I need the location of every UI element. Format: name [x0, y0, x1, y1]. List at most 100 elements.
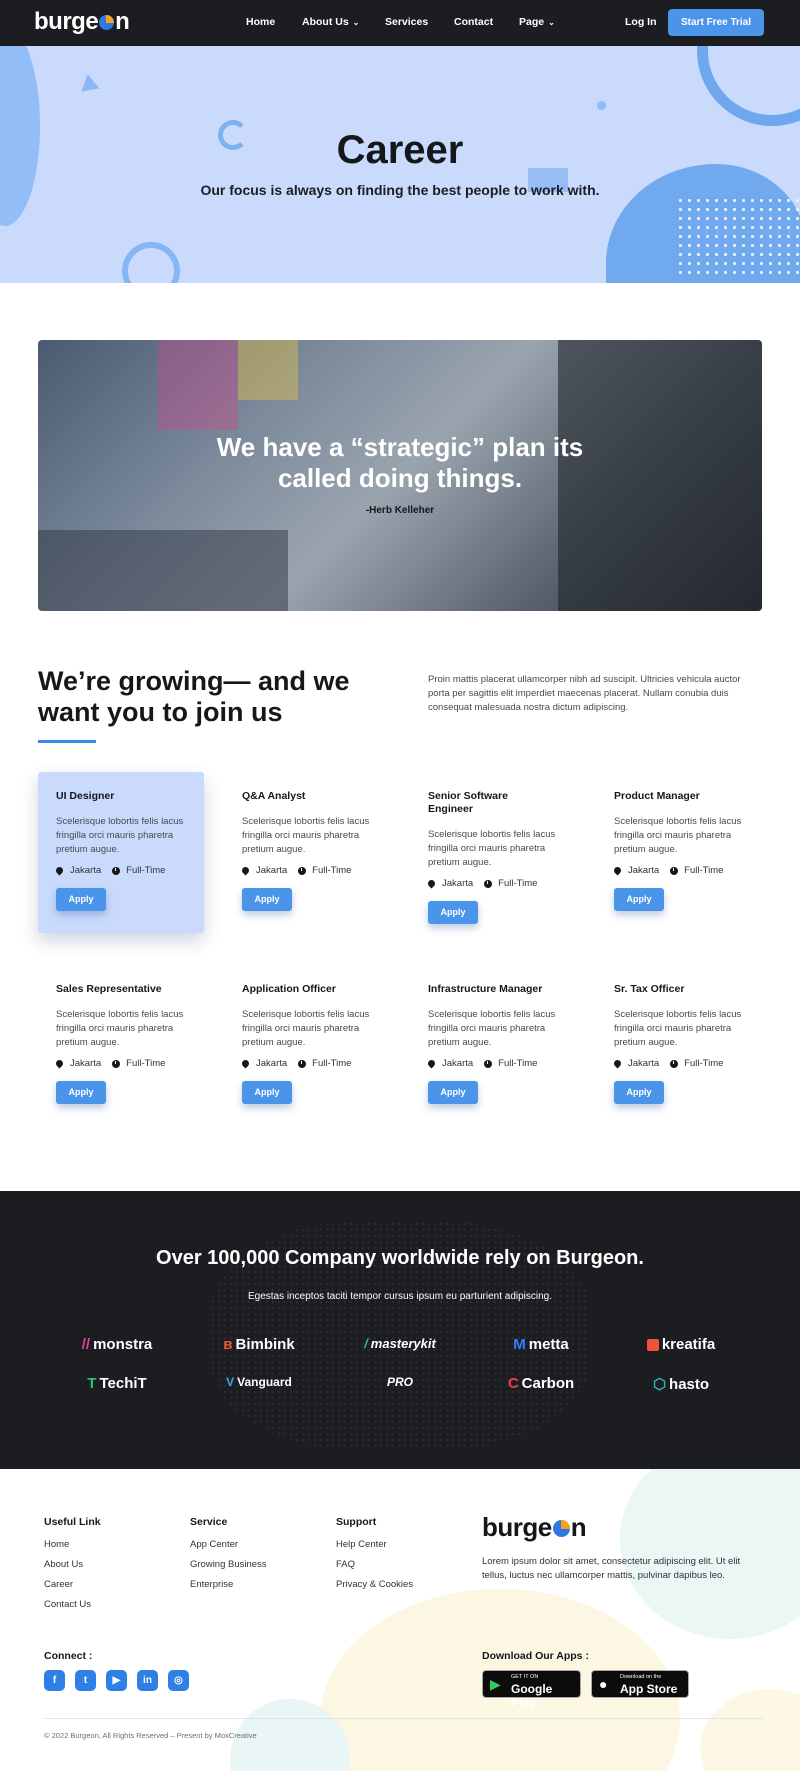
- apply-button[interactable]: Apply: [56, 1081, 106, 1104]
- clock-icon: [298, 866, 307, 875]
- brand-hasto: ⬡ hasto: [611, 1375, 751, 1394]
- job-description: Scelerisque lobortis felis lacus fringil…: [56, 816, 184, 855]
- footer-link-contact-us[interactable]: Contact Us: [44, 1599, 101, 1610]
- nav-home[interactable]: Home: [246, 16, 275, 28]
- twitter-icon[interactable]: t: [75, 1670, 96, 1691]
- brand-vanguard: V Vanguard: [189, 1375, 329, 1389]
- nav-about-us[interactable]: About Us ⌄: [302, 16, 359, 28]
- google-play-button[interactable]: ▶ GET IT ON Google Play: [482, 1670, 581, 1710]
- location-pin-icon: [612, 865, 623, 876]
- apply-button[interactable]: Apply: [614, 888, 664, 911]
- job-type: Full-Time: [126, 1058, 166, 1069]
- job-location: Jakarta: [628, 1058, 660, 1069]
- quote-banner: We have a “strategic” plan its called do…: [38, 340, 762, 611]
- store-big-label: Google Play: [511, 1682, 553, 1710]
- clock-icon: [484, 879, 493, 888]
- clock-icon: [298, 1059, 307, 1068]
- brand-name: masterykit: [370, 1336, 436, 1351]
- linkedin-icon[interactable]: in: [137, 1670, 158, 1691]
- job-location: Jakarta: [442, 878, 474, 889]
- bg-shadow: [38, 530, 288, 611]
- app-store-button[interactable]: ● Download on the App Store: [591, 1670, 689, 1698]
- footer-logo[interactable]: burge n: [482, 1512, 587, 1543]
- footer-link-faq[interactable]: FAQ: [336, 1559, 413, 1570]
- footer-link-enterprise[interactable]: Enterprise: [190, 1579, 267, 1590]
- job-type: Full-Time: [126, 865, 166, 876]
- job-title: Senior Software Engineer: [428, 790, 508, 815]
- apply-button[interactable]: Apply: [242, 888, 292, 911]
- footer-divider: [44, 1718, 764, 1719]
- hero-triangle: [78, 72, 100, 92]
- section-heading: We’re growing— and we want you to join u…: [38, 666, 350, 727]
- job-card: UI Designer Scelerisque lobortis felis l…: [38, 772, 204, 933]
- footer-link-about-us[interactable]: About Us: [44, 1559, 101, 1570]
- apple-icon: ●: [599, 1676, 608, 1692]
- location-pin-icon: [54, 1058, 65, 1069]
- facebook-icon[interactable]: f: [44, 1670, 65, 1691]
- job-location: Jakarta: [70, 865, 102, 876]
- youtube-icon[interactable]: ▶: [106, 1670, 127, 1691]
- apply-button[interactable]: Apply: [614, 1081, 664, 1104]
- job-location: Jakarta: [256, 1058, 288, 1069]
- brand-masterykit: / masterykit: [330, 1336, 470, 1351]
- metta-logo-icon: M: [513, 1336, 526, 1353]
- hero-dot-grid: [676, 196, 800, 278]
- apply-button[interactable]: Apply: [242, 1081, 292, 1104]
- footer-col-useful-link: Useful Link Home About Us Career Contact…: [44, 1516, 101, 1619]
- nav-contact[interactable]: Contact: [454, 16, 493, 28]
- job-card: Sr. Tax Officer Scelerisque lobortis fel…: [596, 965, 762, 1122]
- job-meta: Jakarta Full-Time: [54, 865, 186, 876]
- start-free-trial-button[interactable]: Start Free Trial: [668, 9, 764, 36]
- footer-link-home[interactable]: Home: [44, 1539, 101, 1550]
- brand-name: kreatifa: [661, 1336, 716, 1353]
- apply-button[interactable]: Apply: [428, 901, 478, 924]
- brand-name: Carbon: [521, 1375, 575, 1392]
- footer-link-privacy[interactable]: Privacy & Cookies: [336, 1579, 413, 1590]
- section-description: Proin mattis placerat ullamcorper nibh a…: [428, 674, 741, 713]
- bimbink-logo-icon: в: [223, 1336, 233, 1353]
- footer-link-growing-business[interactable]: Growing Business: [190, 1559, 267, 1570]
- brand-name: Bimbink: [235, 1336, 295, 1353]
- job-location: Jakarta: [442, 1058, 474, 1069]
- techit-logo-icon: T: [87, 1375, 97, 1392]
- nav-page[interactable]: Page ⌄: [519, 16, 555, 28]
- job-meta: Jakarta Full-Time: [240, 865, 372, 876]
- nav-about-us-label: About Us: [302, 16, 349, 28]
- heading-underline: [38, 740, 96, 743]
- bg-poster-pink: [158, 340, 238, 430]
- footer-blob: [620, 1469, 800, 1639]
- job-description: Scelerisque lobortis felis lacus fringil…: [614, 816, 742, 855]
- nav-services[interactable]: Services: [385, 16, 428, 28]
- companies-heading: Over 100,000 Company worldwide rely on B…: [156, 1247, 644, 1269]
- footer-blob: [700, 1689, 800, 1771]
- quote-author: -Herb Kelleher: [365, 505, 435, 516]
- brand-bimbink: в Bimbink: [189, 1336, 329, 1353]
- footer-link-app-center[interactable]: App Center: [190, 1539, 267, 1550]
- job-title: Infrastructure Manager: [428, 983, 543, 995]
- brand-name: TechiT: [99, 1375, 147, 1392]
- footer-link-career[interactable]: Career: [44, 1579, 101, 1590]
- bg-poster-yellow: [238, 340, 298, 400]
- apply-button[interactable]: Apply: [428, 1081, 478, 1104]
- job-card: Senior Software Engineer Scelerisque lob…: [410, 772, 576, 942]
- job-type: Full-Time: [498, 1058, 538, 1069]
- instagram-icon[interactable]: ◎: [168, 1670, 189, 1691]
- chevron-down-icon: ⌄: [548, 18, 555, 27]
- job-card: Product Manager Scelerisque lobortis fel…: [596, 772, 762, 929]
- quote-text: We have a “strategic” plan its called do…: [38, 432, 762, 494]
- logo[interactable]: burge n: [34, 8, 130, 36]
- login-link[interactable]: Log In: [625, 16, 657, 28]
- job-type: Full-Time: [684, 865, 724, 876]
- hero-ring-top-right: [697, 46, 800, 126]
- job-type: Full-Time: [498, 878, 538, 889]
- job-meta: Jakarta Full-Time: [54, 1058, 186, 1069]
- brand-name: monstra: [93, 1336, 153, 1353]
- footer-link-help-center[interactable]: Help Center: [336, 1539, 413, 1550]
- masterykit-logo-icon: /: [364, 1336, 368, 1351]
- apply-button[interactable]: Apply: [56, 888, 106, 911]
- copyright: © 2022 Burgeon, All Rights Reserved – Pr…: [44, 1731, 257, 1740]
- footer-about: Lorem ipsum dolor sit amet, consectetur …: [482, 1556, 741, 1581]
- clock-icon: [112, 866, 121, 875]
- job-card: Q&A Analyst Scelerisque lobortis felis l…: [224, 772, 390, 929]
- job-meta: Jakarta Full-Time: [426, 878, 558, 889]
